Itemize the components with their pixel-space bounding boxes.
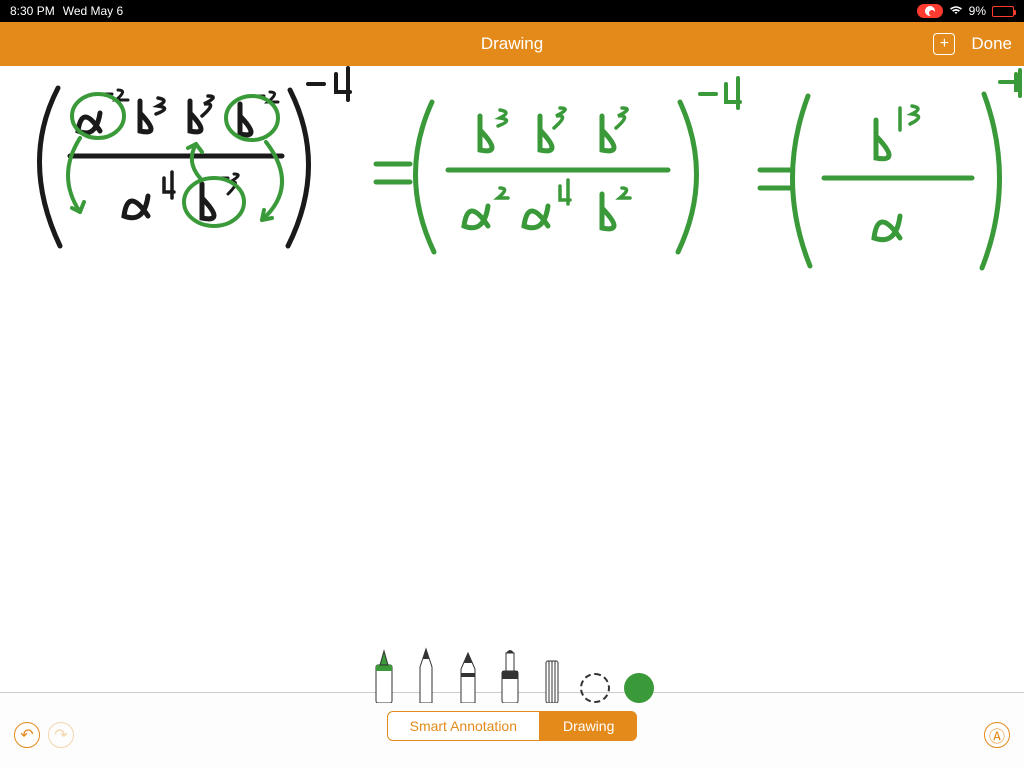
equals-2 xyxy=(760,170,790,188)
done-button[interactable]: Done xyxy=(971,34,1012,54)
bottom-toolbar: Smart Annotation Drawing xyxy=(0,692,1024,768)
markup-button[interactable]: Ⓐ xyxy=(984,722,1010,748)
status-date: Wed May 6 xyxy=(63,4,123,18)
brush-tool[interactable] xyxy=(496,647,524,703)
crayon-tool[interactable] xyxy=(454,647,482,703)
status-time: 8:30 PM xyxy=(10,4,55,18)
color-picker[interactable] xyxy=(624,673,654,703)
status-right: 9% xyxy=(917,4,1014,18)
handwriting-step2 xyxy=(415,78,740,252)
nav-title: Drawing xyxy=(481,34,543,54)
add-button[interactable]: + xyxy=(933,33,955,55)
record-icon xyxy=(925,6,935,16)
undo-button[interactable]: ↶ xyxy=(14,722,40,748)
seg-smart-annotation[interactable]: Smart Annotation xyxy=(387,711,540,741)
status-left: 8:30 PM Wed May 6 xyxy=(10,4,123,18)
marker-tool[interactable] xyxy=(370,647,398,703)
handwriting-content xyxy=(0,66,1024,702)
nav-bar: Drawing + Done xyxy=(0,22,1024,66)
handwriting-step3 xyxy=(792,70,1020,268)
mode-segmented-control: Smart Annotation Drawing xyxy=(387,711,638,741)
battery-icon xyxy=(992,6,1014,17)
screen-recording-pill[interactable] xyxy=(917,4,943,18)
redo-button[interactable]: ↷ xyxy=(48,722,74,748)
wifi-icon xyxy=(949,5,963,18)
lasso-tool[interactable] xyxy=(580,673,610,703)
battery-percent: 9% xyxy=(969,4,986,18)
ios-status-bar: 8:30 PM Wed May 6 9% xyxy=(0,0,1024,22)
equals-1 xyxy=(376,164,410,182)
seg-drawing[interactable]: Drawing xyxy=(540,711,637,741)
drawing-canvas[interactable] xyxy=(0,66,1024,702)
pencil-tool[interactable] xyxy=(412,647,440,703)
eraser-tool[interactable] xyxy=(538,647,566,703)
pen-tool-tray xyxy=(370,663,654,703)
